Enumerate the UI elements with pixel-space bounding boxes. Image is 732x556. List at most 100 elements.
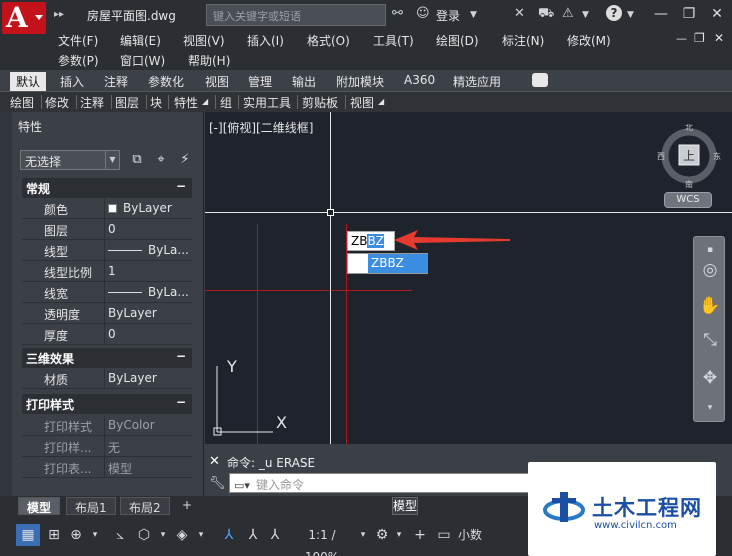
property-row[interactable]: 透明度 ByLayer [22,303,192,324]
menu-window[interactable]: 窗口(W) [120,52,165,69]
grid-icon[interactable]: ▦ [16,524,40,546]
menu-file[interactable]: 文件(F) [58,32,98,49]
menu-format[interactable]: 格式(O) [307,32,350,49]
panel-layers[interactable]: 图层 [115,94,139,111]
exchange-icon[interactable]: ✕ [514,6,525,21]
collapse-icon[interactable]: − [176,179,186,193]
section-3d-effects[interactable]: 三维效果 − [22,348,192,368]
panel-group[interactable]: 组 [220,94,232,111]
panel-properties[interactable]: 特性 [174,94,198,111]
user-icon[interactable]: ☺ [416,6,430,21]
close-icon[interactable]: ✕ [209,454,220,469]
property-row[interactable]: 打印样式 ByColor [22,415,192,436]
tab-layout1[interactable]: 布局1 [66,497,116,515]
zoom-extents-icon[interactable]: ⤡ [699,329,721,351]
tab-default[interactable]: 默认 [10,72,47,91]
chevron-down-icon[interactable]: ▾ [392,524,406,546]
snap-icon[interactable]: ⊞ [44,524,64,546]
property-row[interactable]: 厚度 0 [22,324,192,345]
plus-icon[interactable]: + [410,524,430,546]
section-general[interactable]: 常规 − [22,178,192,198]
help-icon[interactable]: ? [606,5,622,21]
ortho-icon[interactable]: ⦣ [110,524,130,546]
compass-north[interactable]: 北 [685,124,693,132]
panel-expand-icon[interactable]: ◢ [378,97,384,106]
palette-title-strip[interactable] [0,112,12,496]
menu-view[interactable]: 视图(V) [183,32,225,49]
menu-draw[interactable]: 绘图(D) [436,32,479,49]
autocomplete-item[interactable]: ZBBZ [368,254,428,273]
minimize-button[interactable]: — [648,4,674,26]
a360-icon[interactable]: ⚠ [562,6,574,21]
chevron-down-icon[interactable]: ▾ [356,524,370,546]
viewport-scale[interactable]: 1:1 / 100% [290,524,354,556]
quick-access-expand-icon[interactable]: ▸▸ [54,9,64,20]
workspace-gear-icon[interactable]: ⚙ [372,524,392,546]
monitor-icon[interactable]: ▭ [434,524,454,546]
app-menu-button[interactable]: A [2,1,46,34]
panel-expand-icon[interactable]: ◢ [202,97,208,106]
property-row[interactable]: 线型比例 1 [22,261,192,282]
orbit-icon[interactable]: ✥ [699,367,721,389]
panel-block[interactable]: 块 [150,94,162,111]
property-row[interactable]: 材质 ByLayer [22,368,192,389]
menu-modify[interactable]: 修改(M) [567,32,611,49]
menu-insert[interactable]: 插入(I) [247,32,284,49]
chevron-down-icon[interactable]: ▾ [194,524,208,546]
compass-south[interactable]: 南 [685,179,693,188]
doc-close-button[interactable]: ✕ [714,31,724,45]
chevron-down-icon[interactable]: ▾ [88,524,102,546]
collapse-icon[interactable]: − [176,349,186,363]
annotation-scale-icon[interactable]: ⅄ [264,524,286,546]
navbar-close-icon[interactable]: ▪ [699,239,721,261]
property-row[interactable]: 颜色 ByLayer [22,198,192,219]
doc-minimize-button[interactable]: — [676,32,687,45]
tab-featured-apps[interactable]: 精选应用 [453,73,501,90]
add-layout-icon[interactable]: + [174,497,201,515]
viewcube[interactable]: 上 北 南 东 西 [657,124,721,188]
wcs-menu-button[interactable]: WCS [664,192,712,208]
close-button[interactable]: ✕ [704,4,730,26]
viewcube-face[interactable]: 上 [683,149,695,163]
tab-addins[interactable]: 附加模块 [336,73,384,90]
isodraft-icon[interactable]: ⬡ [134,524,154,546]
compass-east[interactable]: 东 [713,151,721,161]
collapse-icon[interactable]: − [176,395,186,409]
osnap-icon[interactable]: ◈ [172,524,192,546]
panel-clipboard[interactable]: 剪贴板 [302,94,338,111]
pan-hand-icon[interactable]: ✋ [699,295,721,317]
model-space-button[interactable]: 模型 [392,497,418,515]
menu-tools[interactable]: 工具(T) [373,32,414,49]
chevron-down-icon[interactable]: ▾ [156,524,170,546]
ribbon-toggle-icon[interactable] [532,73,548,87]
menu-parametric[interactable]: 参数(P) [58,52,99,69]
select-objects-icon[interactable]: ⌖ [152,152,170,168]
property-row[interactable]: 图层 0 [22,219,192,240]
tab-output[interactable]: 输出 [292,73,316,90]
chevron-down-icon[interactable]: ▼ [470,10,477,20]
panel-modify[interactable]: 修改 [45,94,69,111]
tab-layout2[interactable]: 布局2 [120,497,170,515]
wrench-icon[interactable]: 🔧︎ [209,476,226,491]
quick-select-icon[interactable]: ⚡ [176,152,194,168]
auto-scale-icon[interactable]: ⅄ [242,524,264,546]
panel-annotate[interactable]: 注释 [80,94,104,111]
tab-insert[interactable]: 插入 [60,73,84,90]
doc-restore-button[interactable]: ❐ [694,31,705,45]
property-row[interactable]: 线宽 ByLa... [22,282,192,303]
menu-help[interactable]: 帮助(H) [188,52,230,69]
tab-a360[interactable]: A360 [404,73,435,87]
panel-draw[interactable]: 绘图 [10,94,34,111]
menu-dimension[interactable]: 标注(N) [502,32,544,49]
chevron-down-icon[interactable]: ▼ [582,10,589,20]
property-row[interactable]: 打印样... 无 [22,436,192,457]
binoculars-icon[interactable]: ⚯ [392,6,403,21]
search-input[interactable]: 键入关键字或短语 [206,4,386,26]
tab-parametric[interactable]: 参数化 [148,73,184,90]
cart-icon[interactable]: ⛟ [538,6,554,23]
command-prompt-icon[interactable]: ▭▾ [234,479,256,492]
panel-utilities[interactable]: 实用工具 [243,94,291,111]
chevron-down-icon[interactable]: ▼ [627,10,634,20]
annotation-visibility-icon[interactable]: ⅄ [218,524,240,546]
section-plot-style[interactable]: 打印样式 − [22,394,192,414]
